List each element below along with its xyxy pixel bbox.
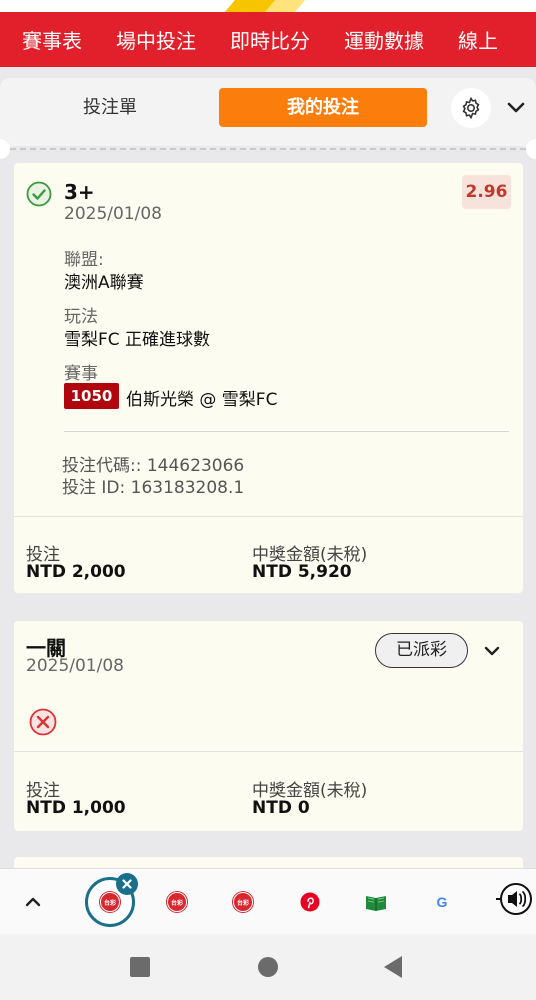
close-icon	[122, 879, 132, 889]
chevron-down-icon	[484, 646, 500, 656]
book-icon	[366, 896, 386, 911]
ticket-divider	[0, 148, 536, 150]
market-value: 雪梨FC 正確進球數	[64, 330, 211, 350]
event-label: 賽事	[64, 364, 98, 384]
bet-card-won[interactable]: 3+ 2025/01/08 2.96 聯盟: 澳洲A聯賽 玩法 雪梨FC 正確進…	[14, 163, 523, 593]
league-label: 聯盟:	[64, 250, 104, 270]
card-separator	[14, 516, 523, 517]
match-name: 伯斯光榮 @ 雪梨FC	[126, 390, 278, 410]
tab-sports-lottery-3[interactable]: 台彩	[232, 891, 254, 913]
nav-item-live-scores[interactable]: 即時比分	[208, 25, 310, 54]
payout-value: NTD 5,920	[252, 562, 352, 582]
expand-button[interactable]	[480, 639, 504, 663]
home-button[interactable]	[258, 957, 278, 977]
market-label: 玩法	[64, 307, 98, 327]
tab-betslip[interactable]: 投注單	[50, 95, 170, 121]
bet-id: 投注 ID: 163183208.1	[62, 478, 245, 498]
top-nav: 賽事表 場中投注 即時比分 運動數據 線上	[0, 12, 536, 67]
pinterest-icon	[300, 892, 320, 912]
sports-lottery-logo: 台彩	[100, 892, 120, 912]
back-button[interactable]	[384, 956, 402, 978]
speaker-icon	[496, 883, 532, 915]
league-value: 澳洲A聯賽	[64, 273, 144, 293]
payout-value: NTD 0	[252, 798, 310, 818]
bet-date: 2025/01/08	[64, 204, 162, 224]
volume-button[interactable]	[494, 879, 534, 919]
tab-my-bets[interactable]: 我的投注	[219, 88, 427, 127]
recents-button[interactable]	[130, 957, 150, 977]
status-badge: 已派彩	[375, 633, 468, 668]
close-tab-button[interactable]	[116, 873, 138, 895]
bet-card-lost[interactable]: 一關 2025/01/08 已派彩 投注 NTD 1,000 中獎金額(未稅) …	[14, 621, 523, 831]
tab-pinterest[interactable]	[299, 891, 321, 913]
stake-value: NTD 2,000	[26, 562, 126, 582]
gear-icon	[462, 96, 480, 120]
card-separator	[14, 751, 523, 752]
odds-badge: 2.96	[462, 175, 511, 209]
match-id-badge: 1050	[64, 383, 119, 409]
sports-lottery-logo: 台彩	[233, 892, 253, 912]
nav-item-sports-stats[interactable]: 運動數據	[322, 25, 424, 54]
bet-date: 2025/01/08	[26, 656, 124, 676]
status-strip	[0, 0, 536, 12]
chevron-down-icon	[507, 102, 525, 113]
collapse-panel-button[interactable]	[502, 94, 530, 122]
nav-item-schedule[interactable]: 賽事表	[0, 25, 82, 54]
nav-item-online[interactable]: 線上	[436, 25, 498, 54]
nav-item-live-betting[interactable]: 場中投注	[94, 25, 196, 54]
tab-books[interactable]	[365, 891, 387, 913]
x-circle-icon	[29, 708, 57, 736]
bet-selection: 3+	[64, 180, 95, 204]
settings-button[interactable]	[451, 88, 491, 128]
system-nav-bar	[0, 934, 536, 1000]
tab-google[interactable]: G	[431, 891, 453, 913]
stake-value: NTD 1,000	[26, 798, 126, 818]
card-divider	[64, 431, 509, 432]
google-icon: G	[436, 894, 448, 910]
tab-sports-lottery-2[interactable]: 台彩	[166, 891, 188, 913]
chevron-up-icon	[25, 897, 41, 907]
browser-tab-bar: 台彩 台彩 台彩 G	[0, 868, 536, 934]
sports-lottery-logo: 台彩	[167, 892, 187, 912]
expand-tabs-button[interactable]	[20, 889, 46, 915]
check-circle-icon	[26, 181, 52, 207]
